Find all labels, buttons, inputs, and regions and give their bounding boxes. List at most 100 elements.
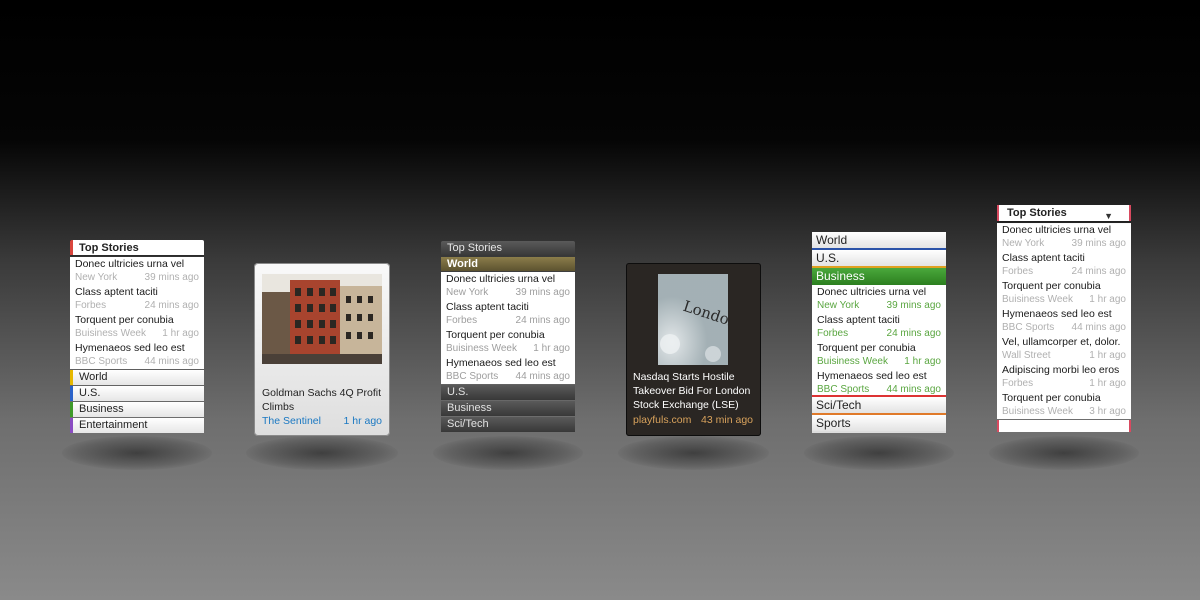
- story-source: BBC Sports: [1002, 322, 1055, 333]
- story-title: Class aptent taciti: [75, 286, 158, 298]
- story-title: Class aptent taciti: [446, 301, 529, 313]
- tab-sports[interactable]: Sports: [812, 415, 946, 433]
- story-source: Buisiness Week: [446, 343, 517, 354]
- tab-world[interactable]: World: [812, 232, 946, 250]
- dropdown-label: Top Stories: [1007, 207, 1067, 219]
- story-title: Hymenaeos sed leo est: [446, 357, 556, 369]
- story-time: 44 mins ago: [515, 371, 570, 382]
- tab-entertainment[interactable]: Entertainment: [70, 418, 204, 433]
- story-source: Buisiness Week: [75, 328, 146, 339]
- building-photo: [262, 274, 382, 364]
- story-time: 1 hr ago: [343, 415, 382, 427]
- list-item[interactable]: Torquent per conubia Buisiness Week 1 hr a…: [70, 313, 204, 341]
- story-title: Vel, ullamcorper et, dolor.: [1002, 336, 1121, 348]
- list-item[interactable]: Donec ultricies urna vel New York 39 mins …: [441, 272, 575, 300]
- story-source: Forbes: [1002, 378, 1034, 389]
- story-title: Torquent per conubia: [1002, 280, 1101, 292]
- story-list: Donec ultricies urna vel New York 39 mins …: [441, 272, 575, 384]
- story-source-link[interactable]: The Sentinel: [262, 415, 321, 427]
- list-item[interactable]: Torquent per conubia Buisiness Week 3 hr a…: [997, 391, 1131, 419]
- story-source-link[interactable]: playfuls.com: [633, 414, 691, 426]
- story-list: Donec ultricies urna vel New York 39 mins …: [812, 285, 946, 395]
- tab-us[interactable]: U.S.: [70, 386, 204, 401]
- tab-business[interactable]: Business: [70, 402, 204, 417]
- story-source: Forbes: [75, 300, 107, 311]
- tab-us[interactable]: U.S.: [441, 385, 575, 400]
- list-item[interactable]: Hymenaeos sed leo est BBC Sports 44 mins a…: [441, 356, 575, 384]
- story-source: Forbes: [817, 328, 849, 339]
- list-item[interactable]: Hymenaeos sed leo est BBC Sports 44 mins a…: [997, 307, 1131, 335]
- stock-exchange-photo: London STOCK EXCH: [658, 274, 728, 365]
- story-time: 44 mins ago: [144, 356, 199, 367]
- list-item[interactable]: Vel, ullamcorper et, dolor. Wall Street 1 …: [997, 335, 1131, 363]
- story-title: Adipiscing morbi leo eros: [1002, 364, 1120, 376]
- tab-world-active[interactable]: World: [441, 257, 575, 271]
- story-title: Nasdaq Starts Hostile Takeover Bid For L…: [633, 371, 751, 411]
- chevron-down-icon[interactable]: ▼: [1104, 208, 1113, 225]
- story-time: 24 mins ago: [515, 315, 570, 326]
- news-widget-expanded: Top Stories ▼ Donec ultricies urna vel Ne…: [997, 205, 1131, 436]
- list-item[interactable]: Donec ultricies urna vel New York 39 mins …: [70, 257, 204, 285]
- story-source: Forbes: [1002, 266, 1034, 277]
- story-title: Donec ultricies urna vel: [446, 273, 556, 285]
- news-card-photo[interactable]: Goldman Sachs 4Q Profit Climbs The Senti…: [254, 263, 390, 436]
- top-stories-dropdown[interactable]: Top Stories ▼: [997, 205, 1131, 221]
- story-time: 39 mins ago: [886, 300, 941, 311]
- story-title: Torquent per conubia: [446, 329, 545, 341]
- tab-business-active[interactable]: Business: [812, 268, 946, 285]
- widget-shadow: [618, 436, 769, 470]
- story-title: Hymenaeos sed leo est: [75, 342, 185, 354]
- story-source: BBC Sports: [446, 371, 499, 382]
- story-time: 39 mins ago: [515, 287, 570, 298]
- story-title: Torquent per conubia: [817, 342, 916, 354]
- story-title: Donec ultricies urna vel: [1002, 224, 1112, 236]
- story-source: Buisiness Week: [817, 356, 888, 367]
- news-widget-dark: Top Stories World Donec ultricies urna v…: [441, 241, 575, 437]
- list-item[interactable]: Hymenaeos sed leo est BBC Sports 44 mins a…: [812, 369, 946, 395]
- story-title: Torquent per conubia: [1002, 392, 1101, 404]
- story-time: 24 mins ago: [886, 328, 941, 339]
- story-time: 44 mins ago: [1071, 322, 1126, 333]
- list-item[interactable]: Donec ultricies urna vel New York 39 mins …: [812, 285, 946, 313]
- news-widget-green: World U.S. Business Donec ultricies urna…: [812, 232, 946, 436]
- story-source: Buisiness Week: [1002, 294, 1073, 305]
- story-source: BBC Sports: [75, 356, 128, 367]
- list-item[interactable]: Torquent per conubia Buisiness Week 1 hr a…: [997, 279, 1131, 307]
- story-time: 1 hr ago: [1089, 378, 1126, 389]
- story-source: New York: [75, 272, 118, 283]
- list-item[interactable]: Torquent per conubia Buisiness Week 1 hr a…: [812, 341, 946, 369]
- list-item[interactable]: Class aptent taciti Forbes 24 mins ago: [70, 285, 204, 313]
- story-time: 44 mins ago: [886, 384, 941, 395]
- widget-footer: [997, 420, 1131, 432]
- top-stories-header[interactable]: Top Stories: [441, 241, 575, 255]
- story-time: 1 hr ago: [162, 328, 199, 339]
- list-item[interactable]: Adipiscing morbi leo eros Forbes 1 hr ago: [997, 363, 1131, 391]
- story-source: BBC Sports: [817, 384, 870, 395]
- list-item[interactable]: Donec ultricies urna vel New York 39 mins …: [997, 223, 1131, 251]
- story-title: Hymenaeos sed leo est: [1002, 308, 1112, 320]
- tab-us[interactable]: U.S.: [812, 250, 946, 268]
- tab-scitech[interactable]: Sci/Tech: [812, 395, 946, 415]
- top-stories-header[interactable]: Top Stories: [70, 240, 204, 255]
- tab-business[interactable]: Business: [441, 401, 575, 416]
- news-card-dark-photo[interactable]: London STOCK EXCH Nasdaq Starts Hostile …: [626, 263, 761, 436]
- story-source: Wall Street: [1002, 350, 1051, 361]
- widget-shadow: [62, 436, 212, 470]
- story-list: Donec ultricies urna vel New York 39 mins …: [997, 223, 1131, 419]
- story-time: 1 hr ago: [1089, 350, 1126, 361]
- story-title: Class aptent taciti: [817, 314, 900, 326]
- list-item[interactable]: Class aptent taciti Forbes 24 mins ago: [441, 300, 575, 328]
- story-title: Hymenaeos sed leo est: [817, 370, 927, 382]
- widget-shadow: [989, 436, 1139, 470]
- tab-world[interactable]: World: [70, 370, 204, 385]
- tab-scitech[interactable]: Sci/Tech: [441, 417, 575, 432]
- list-item[interactable]: Torquent per conubia Buisiness Week 1 hr a…: [441, 328, 575, 356]
- story-time: 24 mins ago: [1071, 266, 1126, 277]
- story-time: 3 hr ago: [1089, 406, 1126, 417]
- list-item[interactable]: Class aptent taciti Forbes 24 mins ago: [812, 313, 946, 341]
- story-title: Goldman Sachs 4Q Profit Climbs: [262, 387, 382, 413]
- list-item[interactable]: Hymenaeos sed leo est BBC Sports 44 mins a…: [70, 341, 204, 369]
- list-item[interactable]: Class aptent taciti Forbes 24 mins ago: [997, 251, 1131, 279]
- story-time: 1 hr ago: [904, 356, 941, 367]
- story-source: Forbes: [446, 315, 478, 326]
